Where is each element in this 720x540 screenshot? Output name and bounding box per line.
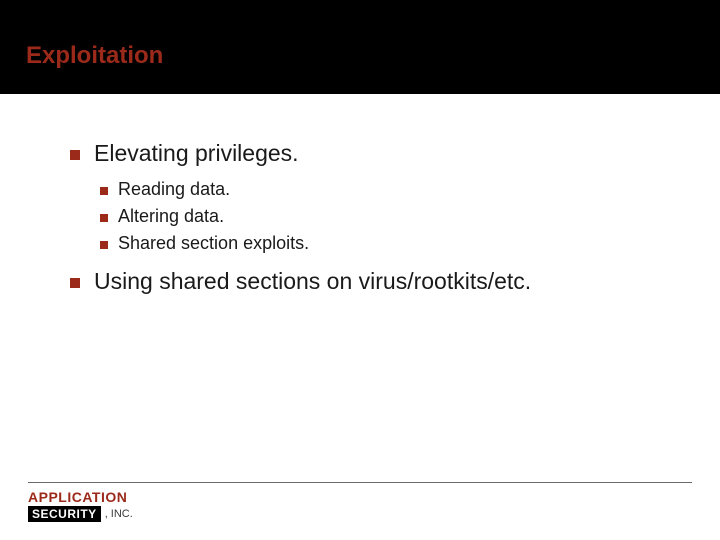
bullet-level1: Using shared sections on virus/rootkits/… [70, 268, 670, 295]
bullet-text: Using shared sections on virus/rootkits/… [94, 268, 531, 295]
bullet-level1: Elevating privileges. [70, 140, 670, 167]
footer-rule [28, 482, 692, 483]
bullet-level2: Shared section exploits. [100, 233, 670, 254]
bullet-text: Altering data. [118, 206, 224, 227]
bullet-text: Shared section exploits. [118, 233, 309, 254]
square-bullet-icon [70, 150, 80, 160]
sub-bullets: Reading data. Altering data. Shared sect… [100, 179, 670, 254]
slide-title: Exploitation [26, 42, 163, 70]
bullet-text: Reading data. [118, 179, 230, 200]
slide-body: Elevating privileges. Reading data. Alte… [70, 140, 670, 307]
bullet-text: Elevating privileges. [94, 140, 299, 167]
bullet-level2: Reading data. [100, 179, 670, 200]
title-band: Exploitation [0, 0, 720, 94]
slide: Exploitation Elevating privileges. Readi… [0, 0, 720, 540]
logo-line-security: SECURITY , INC. [28, 506, 133, 522]
footer-logo: APPLICATION SECURITY , INC. [28, 490, 133, 522]
square-bullet-icon [70, 278, 80, 288]
square-bullet-icon [100, 187, 108, 195]
square-bullet-icon [100, 214, 108, 222]
logo-inc-text: , INC. [105, 508, 133, 520]
logo-line-application: APPLICATION [28, 490, 133, 504]
logo-security-box: SECURITY [28, 506, 101, 522]
bullet-level2: Altering data. [100, 206, 670, 227]
square-bullet-icon [100, 241, 108, 249]
